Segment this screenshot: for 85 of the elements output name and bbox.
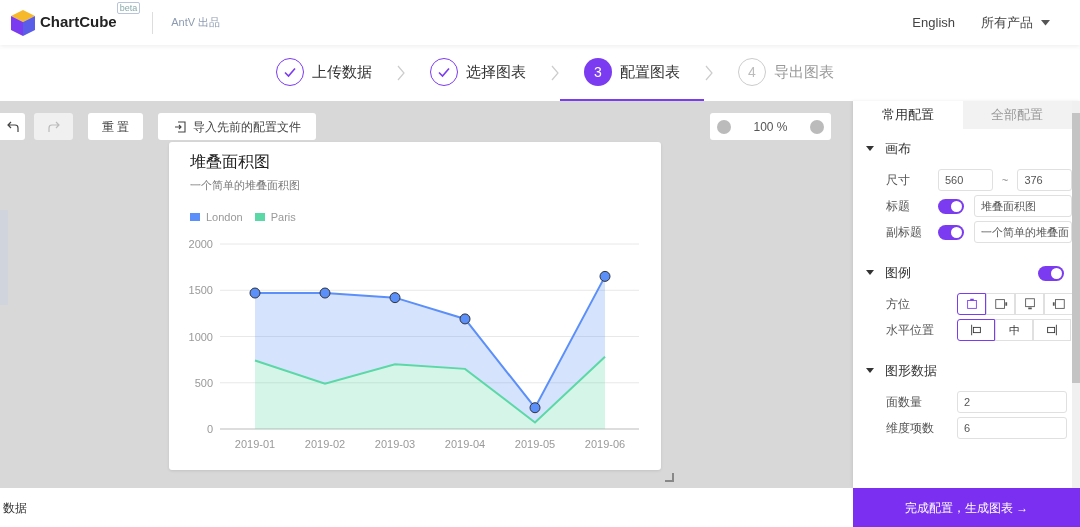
text-field[interactable]: 堆叠面积图: [974, 195, 1072, 217]
number-field[interactable]: 2: [957, 391, 1067, 413]
step-label: 选择图表: [466, 61, 526, 82]
field-label: 维度项数: [886, 420, 935, 437]
undo-icon: [5, 120, 20, 133]
legend-right-icon: [993, 297, 1008, 311]
segment-option[interactable]: [957, 319, 995, 341]
segment-option[interactable]: 中: [995, 319, 1033, 341]
caret-icon[interactable]: [866, 146, 874, 152]
data-tab[interactable]: 数据: [3, 498, 27, 517]
x-tick-label: 2019-06: [584, 438, 626, 450]
chevron-right-icon: [396, 65, 406, 81]
import-icon: [173, 120, 186, 133]
legend-label: London: [206, 209, 243, 225]
x-tick-label: 2019-01: [234, 438, 276, 450]
beta-badge: beta: [116, 2, 141, 14]
caret-icon[interactable]: [866, 270, 874, 276]
y-tick-label: 2000: [188, 238, 213, 250]
chart-subtitle: 一个简单的堆叠面积图: [190, 178, 301, 193]
height-field[interactable]: 376: [1017, 169, 1072, 191]
x-tick-label: 2019-05: [514, 438, 556, 450]
check-icon: [437, 65, 451, 79]
toggle-switch[interactable]: [938, 224, 964, 240]
check-icon: [283, 65, 297, 79]
caret-down-icon: [1041, 19, 1050, 26]
field-label: 尺寸: [886, 172, 911, 189]
finish-button[interactable]: 完成配置，生成图表 →: [853, 488, 1080, 527]
x-tick-label: 2019-03: [374, 438, 416, 450]
field-label: 副标题: [886, 224, 923, 241]
field-label: 标题: [886, 198, 911, 215]
number-field[interactable]: 6: [957, 417, 1067, 439]
legend-align-right-icon: [1045, 323, 1059, 337]
step-tab[interactable]: 选择图表: [406, 45, 550, 101]
step-label: 导出图表: [774, 61, 834, 82]
legend-label: Paris: [270, 209, 296, 225]
scrollbar[interactable]: [1072, 101, 1080, 488]
separator: ~: [1000, 172, 1010, 188]
legend-left-icon: [1051, 297, 1066, 311]
step-label: 上传数据: [312, 61, 372, 82]
x-tick-label: 2019-04: [444, 438, 486, 450]
data-point: [599, 270, 611, 282]
legend-top-icon: [964, 297, 979, 311]
redo-icon: [46, 120, 61, 133]
field-label: 面数量: [886, 394, 923, 411]
x-tick-label: 2019-02: [304, 438, 346, 450]
data-point: [529, 402, 541, 414]
section-title: 画布: [885, 140, 911, 159]
section-title: 图例: [885, 264, 911, 283]
chevron-right-icon: [550, 65, 560, 81]
field-label: 水平位置: [886, 322, 935, 339]
toggle-switch[interactable]: [1038, 265, 1064, 281]
maker-label: AntV 出品: [171, 15, 221, 31]
cube-logo-icon: [10, 8, 36, 37]
data-point: [389, 292, 401, 304]
segment-option[interactable]: [957, 293, 986, 315]
step-label: 配置图表: [620, 61, 680, 82]
panel-tab[interactable]: 常用配置: [853, 101, 963, 129]
step-tab[interactable]: 上传数据: [252, 45, 396, 101]
y-tick-label: 500: [194, 376, 213, 389]
y-tick-label: 0: [206, 423, 213, 435]
step-number: 3: [594, 62, 602, 82]
step-number: 4: [748, 62, 756, 82]
reset-button[interactable]: 重 置: [88, 113, 143, 140]
field-label: 方位: [886, 296, 911, 313]
language-link[interactable]: English: [912, 12, 955, 33]
legend-align-left-icon: [969, 323, 983, 337]
text-field[interactable]: 一个简单的堆叠面: [974, 221, 1072, 243]
import-config-button[interactable]: 导入先前的配置文件: [158, 113, 316, 140]
width-field[interactable]: 560: [938, 169, 993, 191]
resize-handle-icon: [665, 473, 674, 482]
legend-bottom-icon: [1022, 297, 1037, 311]
data-point: [459, 313, 471, 325]
brand-name: ChartCube: [40, 12, 117, 33]
products-menu[interactable]: 所有产品: [981, 12, 1050, 33]
y-tick-label: 1500: [188, 284, 213, 297]
y-tick-label: 1000: [188, 330, 213, 343]
section-title: 图形数据: [885, 362, 937, 381]
caret-icon[interactable]: [866, 368, 874, 374]
data-point: [319, 287, 331, 299]
data-point: [249, 287, 261, 299]
chevron-right-icon: [704, 65, 714, 81]
undo-button[interactable]: [0, 113, 25, 140]
chart-title: 堆叠面积图: [190, 152, 271, 172]
toggle-switch[interactable]: [938, 198, 964, 214]
zoom-level: 100 %: [753, 118, 788, 136]
